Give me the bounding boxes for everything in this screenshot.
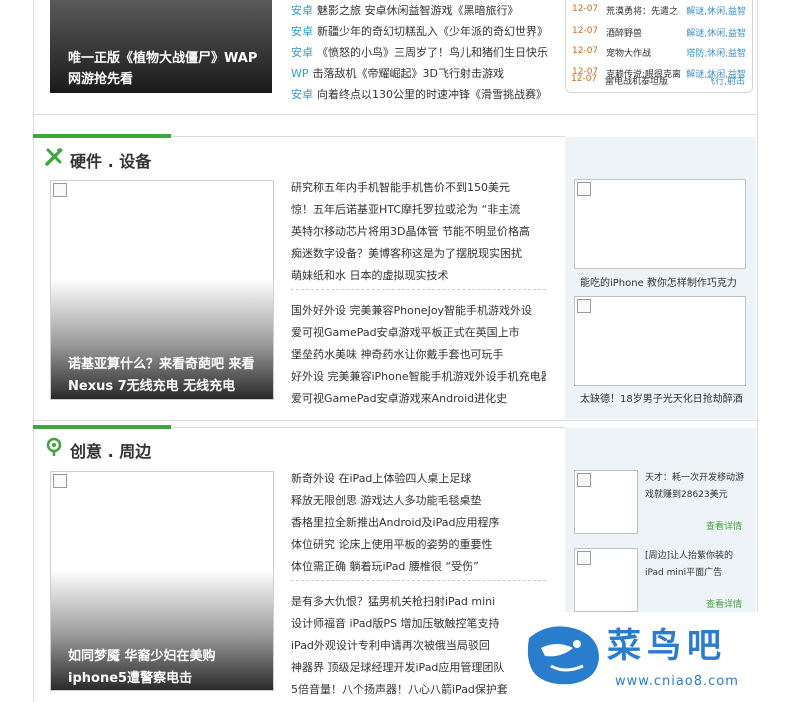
news-title[interactable]: 向着终点以130公里的时速冲锋《滑雪挑战赛》 bbox=[317, 88, 547, 101]
view-details-link[interactable]: 查看详情 bbox=[706, 519, 742, 532]
news-title[interactable]: 击落敌机《帝耀崛起》3D飞行射击游戏 bbox=[313, 67, 504, 80]
hardware-news-list-a: 研究称五年内手机智能手机售价不到150美元 惊！五年后诺基亚HTC摩托罗拉或沦为… bbox=[291, 177, 546, 287]
list-item[interactable]: 萌妹纸和水 日本的虚拟现实技术 bbox=[291, 265, 546, 287]
news-title[interactable]: 魅影之旅 安卓休闲益智游戏《黑暗旅行》 bbox=[317, 4, 519, 17]
schedule-date: 12-07 bbox=[571, 74, 598, 84]
section-top-line bbox=[171, 427, 565, 428]
schedule-genre: 塔防,休闲,益智 bbox=[686, 49, 746, 59]
list-item[interactable]: 安卓 新疆少年的奇幻切糕乱入《少年派的奇幻世界》 bbox=[291, 21, 551, 42]
list-item[interactable]: 痴迷数字设备？美博客称这是为了摆脱现实困扰 bbox=[291, 243, 546, 265]
list-item[interactable]: 好外设 完美兼容iPhone智能手机游戏外设手机充电器 bbox=[291, 366, 546, 388]
list-item[interactable]: 新奇外设 在iPad上体验四人桌上足球 bbox=[291, 468, 546, 490]
news-category[interactable]: 安卓 bbox=[291, 46, 313, 59]
list-item[interactable]: 堡垒药水美味 神奇药水让你戴手套也可玩手 bbox=[291, 344, 546, 366]
schedule-game[interactable]: 荒漠勇将：先遣之 bbox=[606, 4, 678, 17]
schedule-date: 12-07 bbox=[572, 4, 599, 14]
schedule-date: 12-07 bbox=[572, 26, 599, 36]
side-thumbnail[interactable] bbox=[574, 470, 638, 534]
schedule-game[interactable]: 宠物大作战 bbox=[606, 46, 651, 59]
list-item[interactable]: 爱可视GamePad安卓游戏来Android进化史 bbox=[291, 388, 546, 410]
schedule-genre: 解谜,休闲,益智 bbox=[686, 7, 746, 17]
list-item[interactable]: 安卓 向着终点以130公里的时速冲锋《滑雪挑战赛》 bbox=[291, 84, 551, 105]
broken-image-icon bbox=[577, 551, 591, 565]
list-item[interactable]: 释放无限创思 游戏达人多功能毛毯桌垫 bbox=[291, 490, 546, 512]
dashed-separator bbox=[291, 289, 546, 290]
hardware-feature-caption[interactable]: 诺基亚算什么？来看奇葩吧 来看 Nexus 7无线充电 无线充电 bbox=[68, 354, 268, 398]
dashed-separator bbox=[291, 580, 546, 581]
news-title[interactable]: 新疆少年的奇幻切糕乱入《少年派的奇幻世界》 bbox=[317, 25, 548, 38]
list-item[interactable]: WP 击落敌机《帝耀崛起》3D飞行射击游戏 bbox=[291, 63, 551, 84]
section-divider bbox=[33, 420, 756, 421]
side-thumbnail[interactable] bbox=[574, 548, 638, 612]
news-category[interactable]: 安卓 bbox=[291, 88, 313, 101]
game-news-list: 安卓 魅影之旅 安卓休闲益智游戏《黑暗旅行》 安卓 新疆少年的奇幻切糕乱入《少年派的… bbox=[291, 0, 551, 105]
side-thumbnail[interactable] bbox=[574, 296, 746, 386]
schedule-game[interactable]: 酒醉野兽 bbox=[606, 26, 642, 39]
side-caption[interactable]: 太缺德！18岁男子光天化日抢劫醉酒 bbox=[580, 390, 752, 405]
side-caption[interactable]: 能吃的iPhone 教你怎样制作巧克力 bbox=[580, 274, 752, 289]
section-title[interactable]: 硬件 . 设备 bbox=[70, 148, 151, 172]
broken-image-icon bbox=[53, 183, 67, 197]
section-top-line bbox=[171, 136, 565, 137]
broken-image-icon bbox=[577, 299, 591, 313]
broken-image-icon bbox=[53, 474, 67, 488]
broken-image-icon bbox=[577, 473, 591, 487]
broken-image-icon bbox=[577, 182, 591, 196]
schedule-genre: 飞行,射击 bbox=[706, 77, 745, 87]
list-item[interactable]: 英特尔移动芯片将用3D晶体管 节能不明显价格高 bbox=[291, 221, 546, 243]
side-item-text[interactable]: 天才：耗一次开发移动游戏就赚到28623美元 bbox=[645, 470, 747, 504]
news-category[interactable]: 安卓 bbox=[291, 25, 313, 38]
creative-news-list-a: 新奇外设 在iPad上体验四人桌上足球 释放无限创思 游戏达人多功能毛毯桌垫 香… bbox=[291, 468, 546, 578]
list-item[interactable]: 安卓 魅影之旅 安卓休闲益智游戏《黑暗旅行》 bbox=[291, 0, 551, 21]
watermark-logo: 菜鸟吧 www.cniao8.com bbox=[507, 612, 799, 702]
news-title[interactable]: 《愤怒的小鸟》三周岁了！鸟儿和猪们生日快乐 bbox=[317, 46, 548, 59]
section-divider bbox=[33, 114, 756, 115]
view-details-link[interactable]: 查看详情 bbox=[706, 597, 742, 610]
list-item[interactable]: 香格里拉全新推出Android及iPad应用程序 bbox=[291, 512, 546, 534]
list-item[interactable]: 安卓 《愤怒的小鸟》三周岁了！鸟儿和猪们生日快乐 bbox=[291, 42, 551, 63]
section-accent-bar bbox=[33, 134, 171, 138]
logo-url: www.cniao8.com bbox=[615, 674, 739, 689]
location-pin-icon bbox=[46, 437, 62, 456]
creative-feature-caption[interactable]: 如同梦魇 华裔少妇在美购iphone5遭警察电击 bbox=[68, 646, 268, 690]
side-thumbnail[interactable] bbox=[574, 179, 746, 269]
news-category[interactable]: 安卓 bbox=[291, 4, 313, 17]
wrench-icon bbox=[45, 148, 63, 166]
list-item[interactable]: 研究称五年内手机智能手机售价不到150美元 bbox=[291, 177, 546, 199]
list-item[interactable]: 国外好外设 完美兼容PhoneJoy智能手机游戏外设 bbox=[291, 300, 546, 322]
list-item[interactable]: 体位需正确 躺着玩iPad 腰椎很 “受伤” bbox=[291, 556, 546, 578]
side-item-text[interactable]: [周边]让人抬紫你装的iPad mini平面广告 bbox=[645, 548, 747, 582]
logo-name: 菜鸟吧 bbox=[607, 626, 727, 666]
list-item[interactable]: 是有多大仇恨？猛男机关枪扫射iPad mini bbox=[291, 591, 546, 613]
news-category[interactable]: WP bbox=[291, 67, 309, 80]
featured-game-caption[interactable]: 唯一正版《植物大战僵尸》WAP网游抢先看 bbox=[68, 48, 268, 90]
bird-logo-icon bbox=[527, 626, 599, 685]
schedule-date: 12-07 bbox=[572, 46, 599, 56]
list-item[interactable]: 爱可视GamePad安卓游戏平板正式在英国上市 bbox=[291, 322, 546, 344]
hardware-news-list-b: 国外好外设 完美兼容PhoneJoy智能手机游戏外设 爱可视GamePad安卓游… bbox=[291, 300, 546, 410]
list-item[interactable]: 惊！五年后诺基亚HTC摩托罗拉或沦为 “非主流 bbox=[291, 199, 546, 221]
list-item[interactable]: 体位研究 论床上使用平板的姿势的重要性 bbox=[291, 534, 546, 556]
schedule-genre: 解谜,休闲,益智 bbox=[686, 29, 746, 39]
schedule-game[interactable]: 雷电战机泰坦版 bbox=[605, 74, 668, 87]
section-accent-bar bbox=[33, 425, 171, 429]
section-title[interactable]: 创意 . 周边 bbox=[70, 438, 151, 462]
